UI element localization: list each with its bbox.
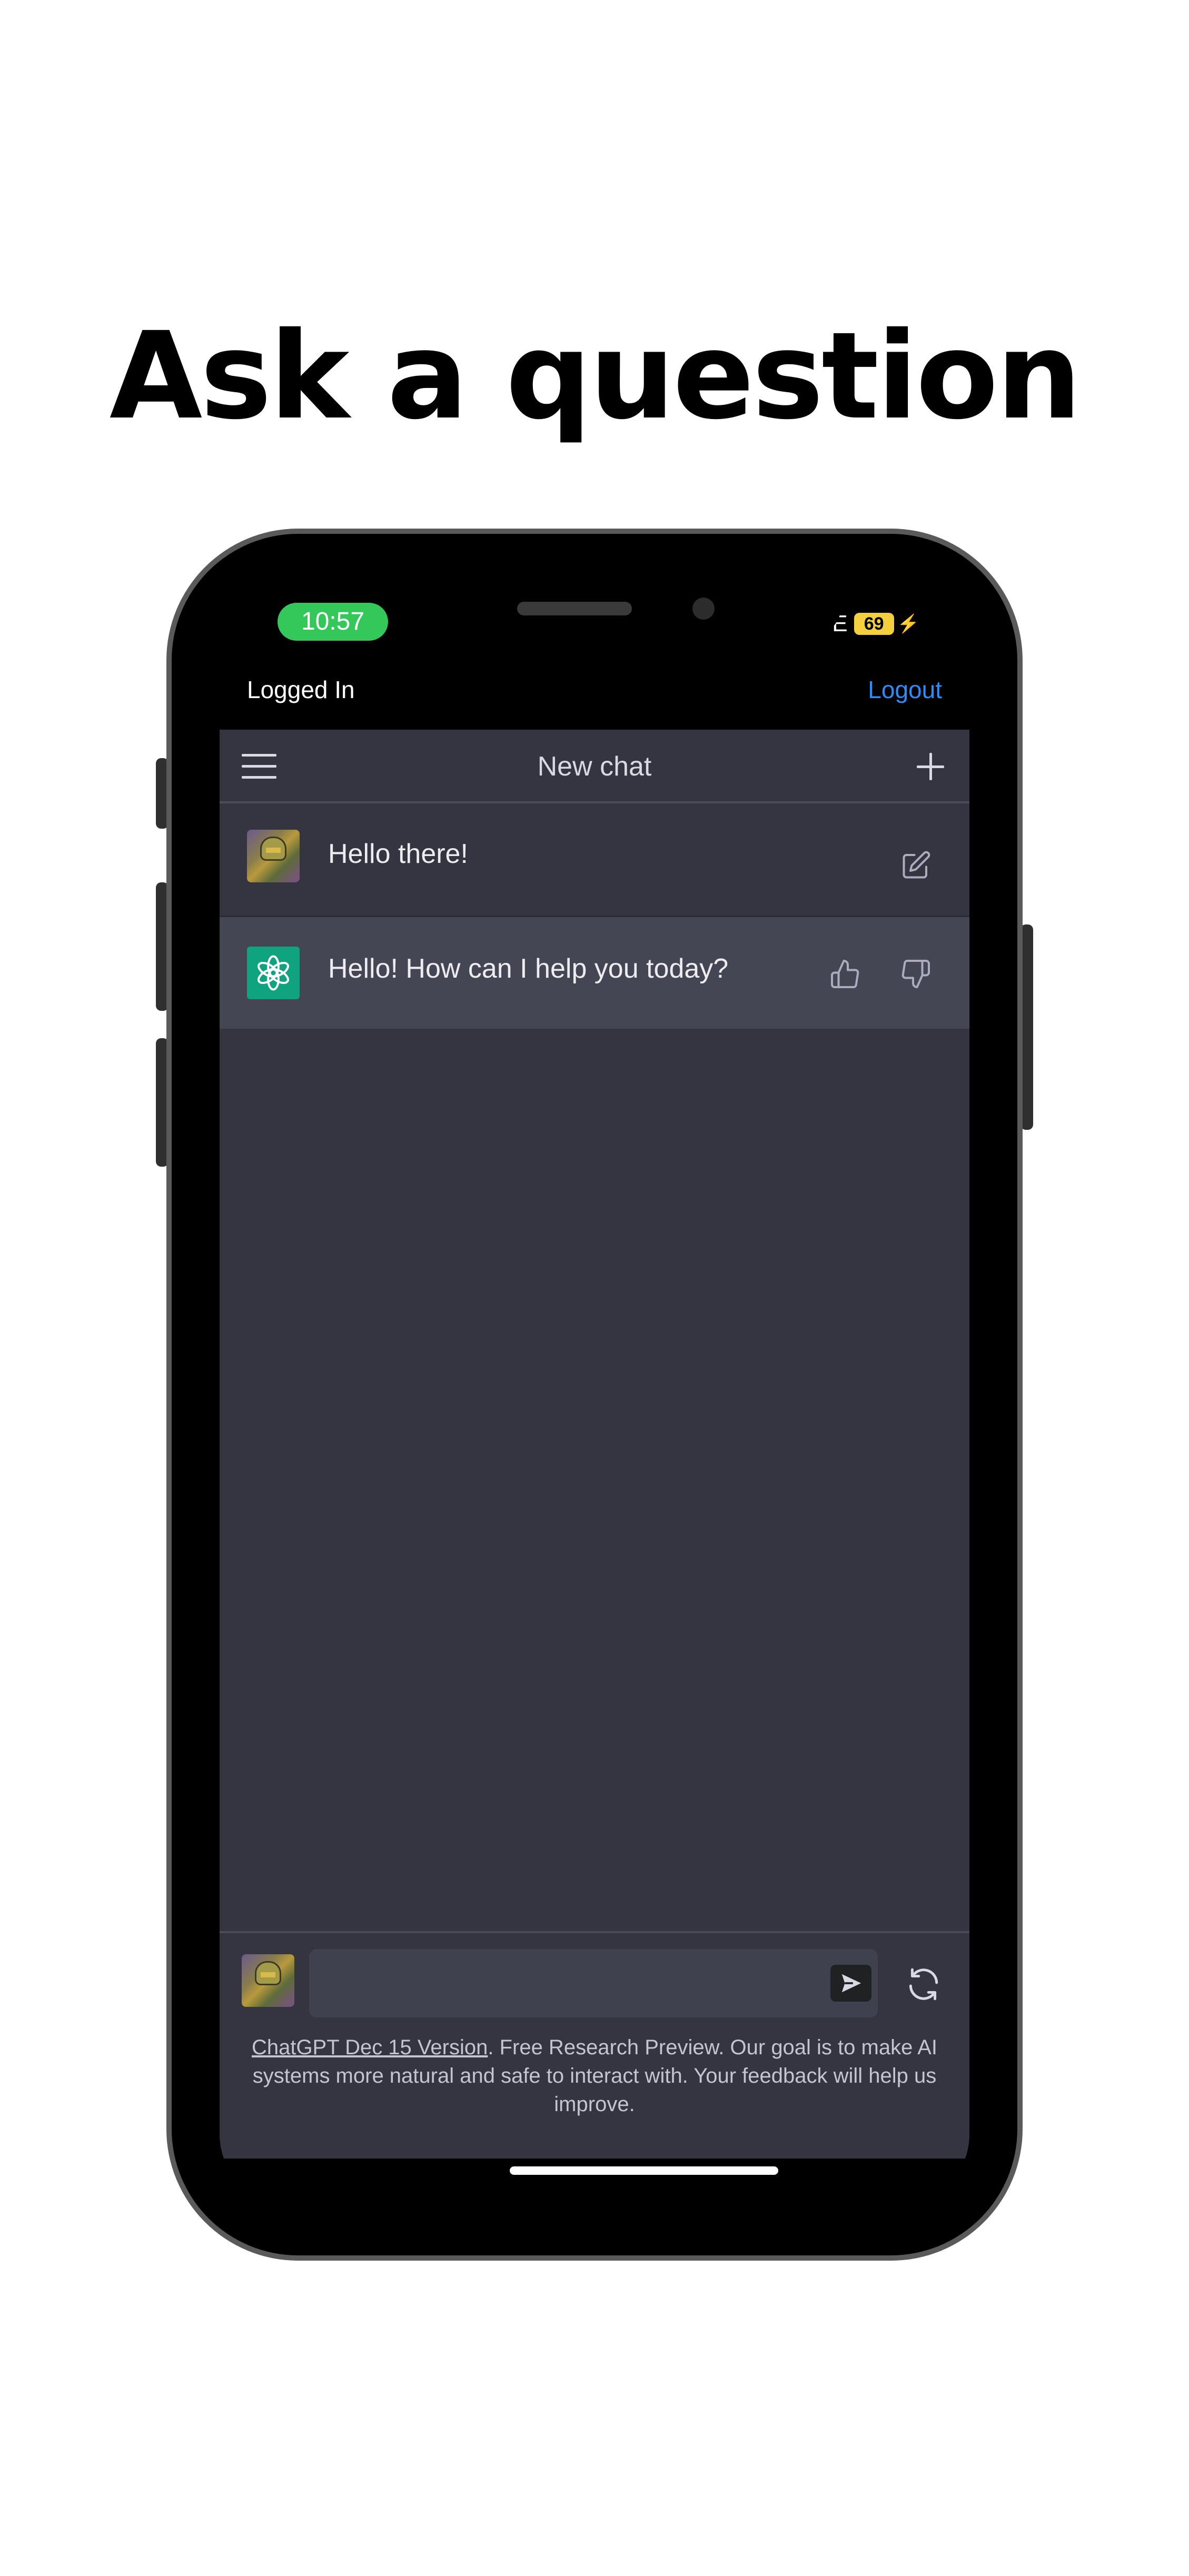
- battery-level: 69: [864, 614, 884, 634]
- edit-icon[interactable]: [900, 850, 932, 881]
- speaker: [517, 602, 632, 615]
- user-avatar: [247, 830, 300, 882]
- status-time: 10:57: [278, 603, 388, 641]
- openai-logo-icon: [247, 947, 300, 999]
- headline: Ask a question: [109, 306, 1082, 446]
- thumbs-down-icon[interactable]: [900, 958, 932, 990]
- assistant-message: Hello! How can I help you today?: [220, 917, 969, 1029]
- user-message-text: Hello there!: [328, 839, 468, 869]
- chat-title: New chat: [537, 751, 652, 782]
- send-icon: [841, 1974, 861, 1993]
- app-top-bar: Logged In Logout: [220, 650, 969, 729]
- home-indicator[interactable]: [510, 2166, 778, 2175]
- logout-link[interactable]: Logout: [868, 675, 942, 704]
- user-message: Hello there!: [220, 803, 969, 917]
- input-user-avatar: [242, 1954, 294, 2007]
- charging-icon: ⚡: [897, 614, 919, 634]
- phone-screen: 10:57 LTE 69 ⚡ Logged In Logout: [220, 582, 969, 2207]
- front-camera: [692, 598, 715, 620]
- chat-app: New chat Hello there! Hello! How can I h…: [220, 730, 969, 2159]
- assistant-message-text: Hello! How can I help you today?: [328, 953, 729, 984]
- thumbs-up-icon[interactable]: [829, 958, 861, 990]
- refresh-icon[interactable]: [904, 1965, 943, 2004]
- send-button[interactable]: [830, 1965, 871, 2002]
- input-area: ChatGPT Dec 15 Version. Free Research Pr…: [220, 1931, 969, 2159]
- login-status: Logged In: [247, 676, 355, 703]
- disclaimer: ChatGPT Dec 15 Version. Free Research Pr…: [235, 2033, 954, 2119]
- version-link[interactable]: ChatGPT Dec 15 Version: [252, 2036, 488, 2059]
- phone-bezel: 10:57 LTE 69 ⚡ Logged In Logout: [172, 534, 1017, 2255]
- phone-frame: 10:57 LTE 69 ⚡ Logged In Logout: [166, 529, 1023, 2261]
- plus-icon[interactable]: [914, 750, 947, 783]
- chat-navbar: New chat: [220, 730, 969, 803]
- battery-icon: 69: [854, 613, 894, 635]
- message-input[interactable]: [309, 1949, 878, 2017]
